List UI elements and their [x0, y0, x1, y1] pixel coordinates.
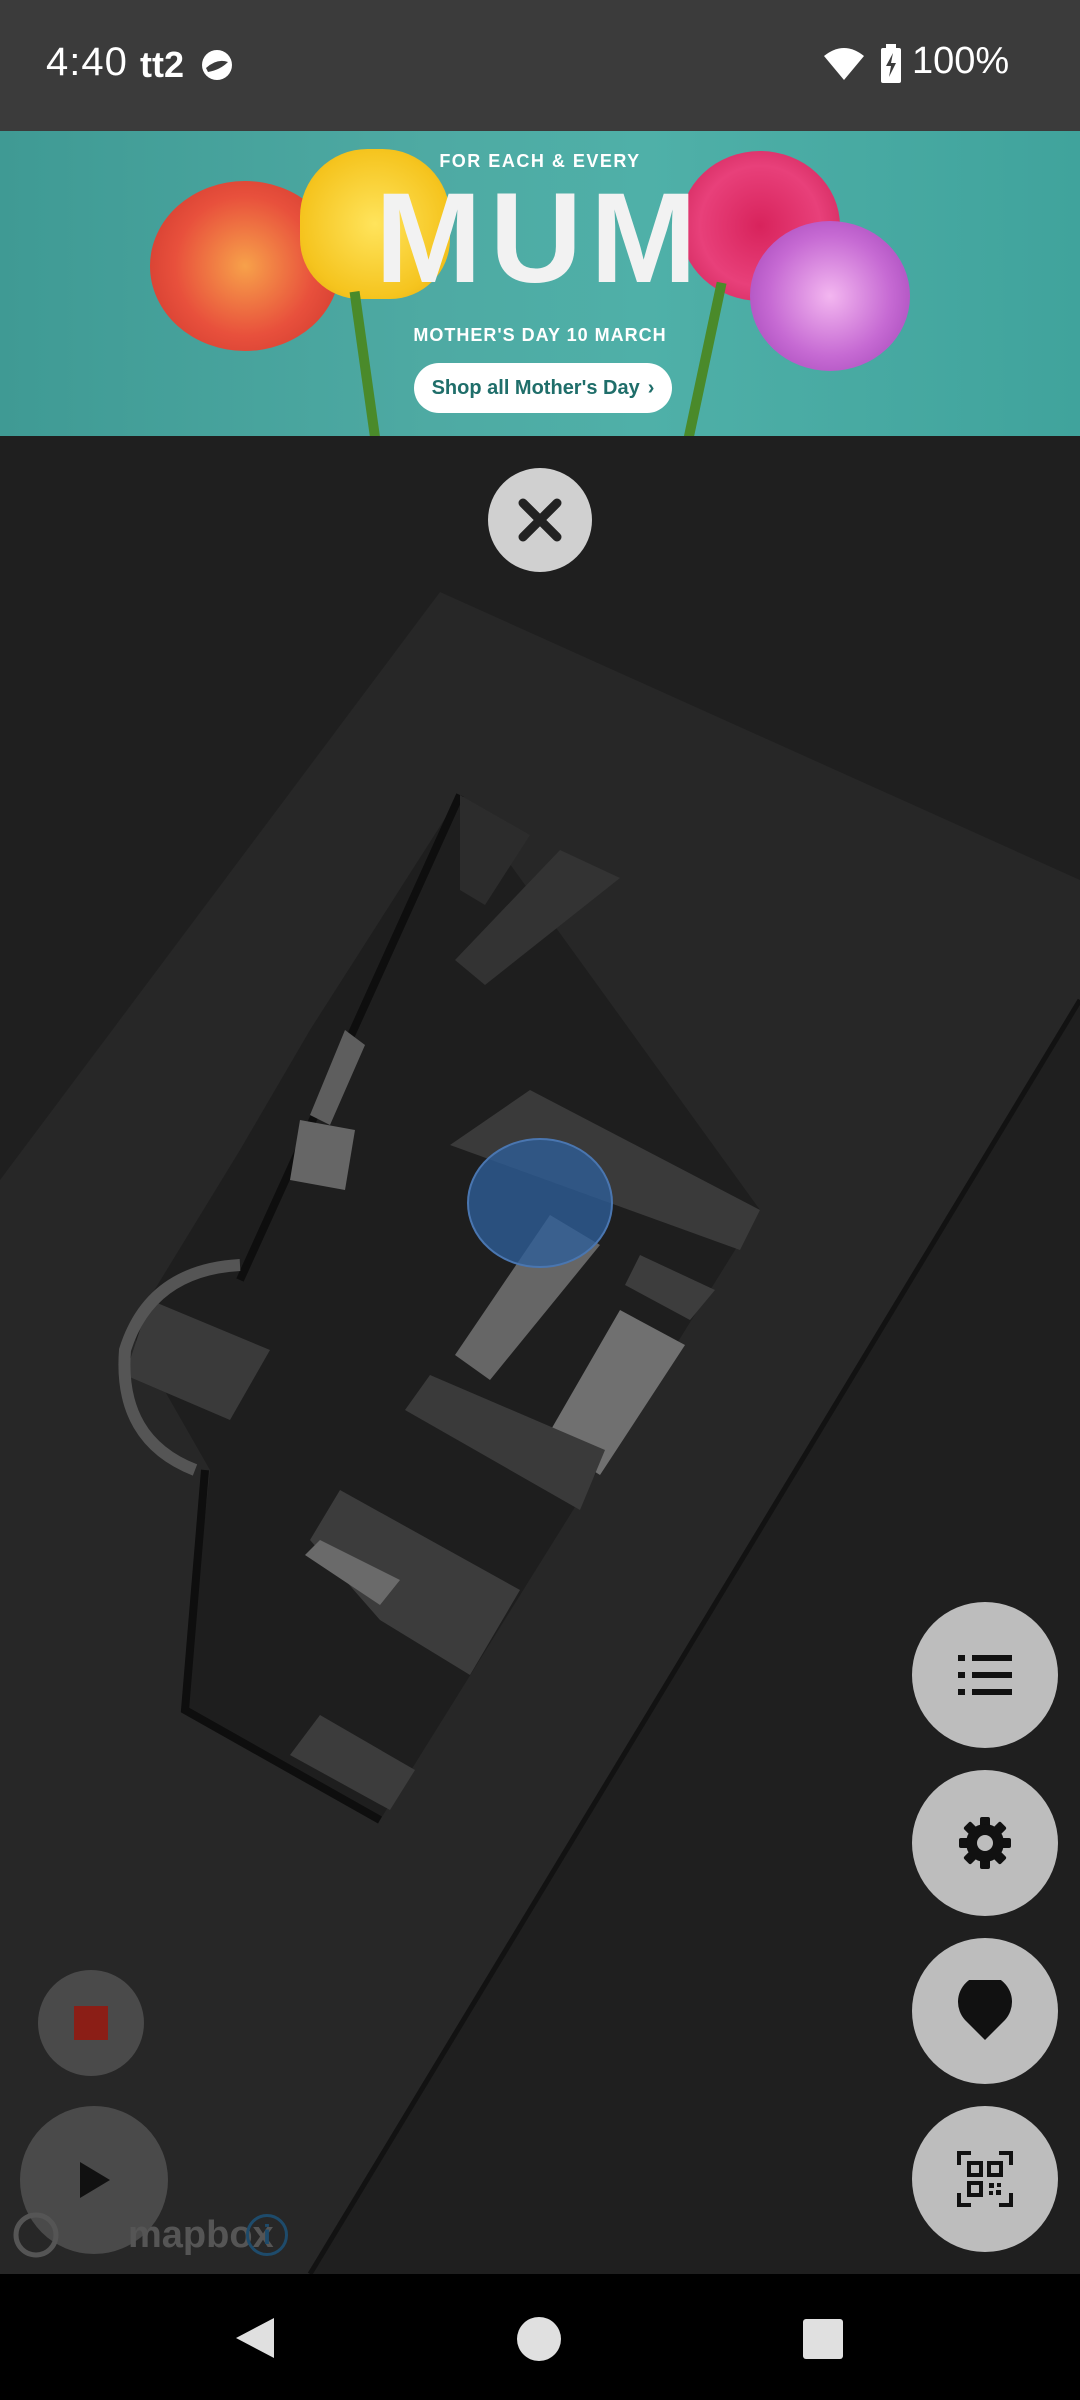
battery-percentage: 100% [912, 40, 1010, 82]
status-carrier: tt2 [140, 44, 184, 85]
stop-button[interactable] [38, 1970, 144, 2076]
settings-button[interactable] [912, 1770, 1058, 1916]
promo-banner[interactable]: FOR EACH & EVERY MUM MOTHER'S DAY 10 MAR… [0, 131, 1080, 436]
recents-icon[interactable] [802, 2318, 844, 2360]
status-time: 4:40 [46, 40, 128, 84]
wifi-icon [824, 48, 864, 80]
app-notification-icon [202, 50, 232, 80]
back-icon[interactable] [234, 2316, 276, 2360]
location-pin-icon [958, 1980, 1012, 2040]
banner-headline: MUM [375, 167, 705, 310]
close-icon [518, 498, 562, 542]
user-location-marker [467, 1138, 613, 1268]
shop-mothers-day-button[interactable]: Shop all Mother's Day › [414, 363, 672, 413]
list-icon [958, 1655, 1012, 1695]
home-icon[interactable] [516, 2316, 562, 2362]
battery-charging-icon [881, 44, 901, 83]
stem-illustration [349, 291, 381, 436]
mapbox-logo-icon [13, 2212, 59, 2258]
stop-icon [74, 2006, 108, 2040]
list-button[interactable] [912, 1602, 1058, 1748]
play-icon [80, 2162, 110, 2198]
info-icon[interactable]: i [246, 2214, 288, 2256]
cta-label: Shop all Mother's Day [431, 376, 640, 399]
mapbox-logo[interactable]: mapbox [12, 2210, 274, 2260]
close-button[interactable] [488, 468, 592, 572]
room-block [290, 1120, 355, 1190]
banner-subline: MOTHER'S DAY 10 MARCH [413, 325, 667, 345]
qr-scan-icon [957, 2151, 1013, 2207]
gear-icon [959, 1817, 1011, 1869]
chevron-right-icon: › [647, 376, 655, 399]
system-navigation-bar [0, 2274, 1080, 2400]
status-bar: 4:40 tt2 100% [0, 0, 1080, 131]
qr-scan-button[interactable] [912, 2106, 1058, 2252]
location-button[interactable] [912, 1938, 1058, 2084]
